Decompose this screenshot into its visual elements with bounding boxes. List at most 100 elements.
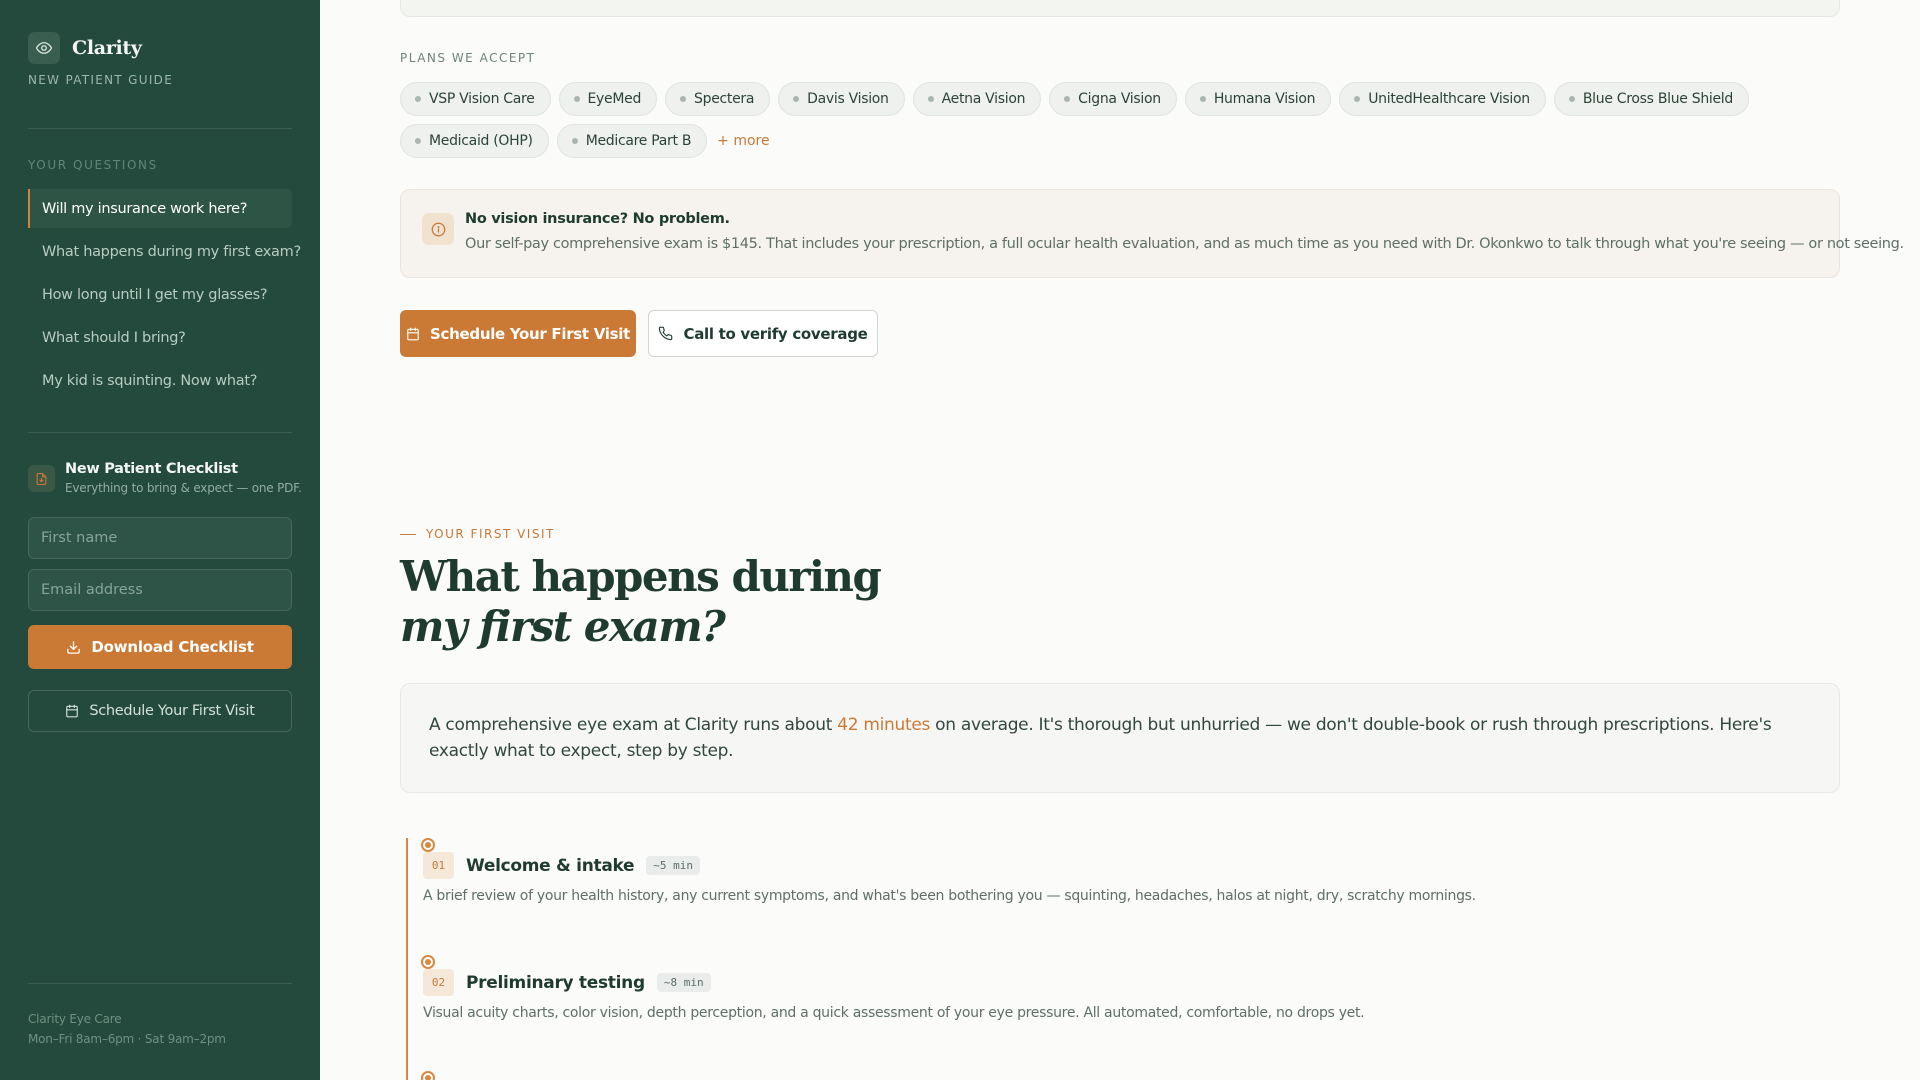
schedule-first-visit-label: Schedule Your First Visit — [430, 324, 630, 343]
dot-icon — [1199, 96, 1206, 102]
plan-chip-label: Medicaid (OHP) — [429, 133, 533, 149]
step-header: 01 Welcome & intake ~5 min — [423, 838, 1476, 879]
plan-chip-label: Humana Vision — [1213, 91, 1316, 107]
sidebar-divider — [28, 128, 292, 129]
plans-list: VSP Vision Care EyeMed Spectera Davis Vi… — [400, 82, 1850, 158]
section-eyebrow: YOUR FIRST VISIT — [400, 527, 555, 541]
brand-subtitle: NEW PATIENT GUIDE — [28, 73, 174, 87]
previous-section-card — [400, 0, 1840, 17]
dot-icon — [1064, 96, 1071, 102]
checklist-title: New Patient Checklist — [65, 461, 238, 477]
intro-highlight: 42 minutes — [837, 715, 931, 735]
sidebar-divider — [28, 983, 292, 984]
plan-chip-label: Spectera — [694, 91, 755, 107]
step-header: 02 Preliminary testing ~8 min — [423, 955, 1364, 996]
info-icon — [422, 213, 454, 245]
sidebar-divider — [28, 432, 292, 433]
sidebar-footer: Clarity Eye Care Mon–Fri 8am–6pm · Sat 9… — [28, 1009, 226, 1049]
dot-icon — [415, 138, 421, 144]
download-checklist-button[interactable]: Download Checklist — [28, 625, 292, 669]
question-item-insurance[interactable]: Will my insurance work here? — [28, 189, 292, 228]
questions-heading: YOUR QUESTIONS — [28, 158, 158, 172]
questions-nav: Will my insurance work here? What happen… — [28, 189, 301, 404]
dot-icon — [415, 96, 421, 102]
clinic-hours: Mon–Fri 8am–6pm · Sat 9am–2pm — [28, 1032, 226, 1046]
section-title-line2: my first exam? — [400, 602, 726, 651]
dot-icon — [1354, 96, 1361, 102]
plan-chip: Medicaid (OHP) — [400, 124, 549, 158]
timeline-dot-icon — [421, 1071, 435, 1080]
dot-icon — [571, 138, 578, 144]
timeline-step: 02 Preliminary testing ~8 min Visual acu… — [421, 955, 1365, 1021]
question-item-kid-squinting[interactable]: My kid is squinting. Now what? — [28, 361, 292, 400]
brand[interactable]: Clarity — [28, 32, 142, 64]
self-pay-notice: No vision insurance? No problem. Our sel… — [400, 189, 1904, 278]
timeline-rail — [406, 838, 408, 1080]
exam-intro-card: A comprehensive eye exam at Clarity runs… — [400, 683, 1840, 793]
first-name-input[interactable] — [28, 517, 292, 559]
step-description: Visual acuity charts, color vision, dept… — [423, 1005, 1365, 1021]
step-title: Preliminary testing — [466, 972, 645, 993]
email-input[interactable] — [28, 569, 292, 611]
download-icon — [67, 640, 81, 654]
plan-chip-label: Aetna Vision — [941, 91, 1026, 107]
intro-text-before: A comprehensive eye exam at Clarity runs… — [429, 715, 838, 735]
eyebrow-line — [400, 533, 416, 535]
timeline-dot-icon — [421, 838, 435, 852]
schedule-first-visit-button[interactable]: Schedule Your First Visit — [400, 310, 636, 357]
phone-icon — [659, 326, 673, 341]
step-duration: ~5 min — [646, 856, 701, 875]
sidebar-schedule-button[interactable]: Schedule Your First Visit — [28, 690, 292, 732]
question-item-glasses-timing[interactable]: How long until I get my glasses? — [28, 275, 292, 314]
step-number: 01 — [423, 852, 454, 879]
call-verify-coverage-label: Call to verify coverage — [683, 324, 868, 343]
plan-chip-label: Blue Cross Blue Shield — [1582, 91, 1733, 107]
checklist-subtitle: Everything to bring & expect — one PDF. — [65, 481, 302, 495]
plan-chip-label: VSP Vision Care — [429, 91, 535, 107]
plan-chip-label: UnitedHealthcare Vision — [1368, 91, 1530, 107]
plan-chip-label: Cigna Vision — [1078, 91, 1161, 107]
step-number: 02 — [423, 969, 454, 996]
notice-title: No vision insurance? No problem. — [465, 211, 730, 227]
plan-chip: Davis Vision — [778, 82, 905, 116]
plan-chip: Blue Cross Blue Shield — [1553, 82, 1749, 116]
plan-chip: VSP Vision Care — [400, 82, 551, 116]
plan-chip: Spectera — [665, 82, 771, 116]
timeline-step: 01 Welcome & intake ~5 min A brief revie… — [421, 838, 1476, 904]
download-checklist-label: Download Checklist — [91, 638, 254, 656]
calendar-icon — [407, 327, 419, 340]
dot-icon — [793, 96, 800, 102]
clinic-name: Clarity Eye Care — [28, 1012, 122, 1026]
step-description: A brief review of your health history, a… — [423, 888, 1476, 904]
step-title: Welcome & intake — [466, 855, 635, 876]
plan-chip: EyeMed — [558, 82, 658, 116]
calendar-icon — [66, 704, 79, 718]
plan-chip-label: Davis Vision — [807, 91, 889, 107]
plan-chip-label: Medicare Part B — [585, 133, 692, 149]
plan-chip-label: EyeMed — [587, 91, 642, 107]
plan-chip: Cigna Vision — [1049, 82, 1177, 116]
plan-chip: UnitedHealthcare Vision — [1339, 82, 1546, 116]
section-eyebrow-label: YOUR FIRST VISIT — [426, 527, 555, 541]
dot-icon — [680, 96, 687, 102]
dot-icon — [573, 96, 580, 102]
brand-name: Clarity — [72, 37, 142, 59]
sidebar: Clarity NEW PATIENT GUIDE YOUR QUESTIONS… — [0, 0, 320, 1080]
plans-heading: PLANS WE ACCEPT — [400, 51, 536, 65]
step-duration: ~8 min — [656, 973, 711, 992]
notice-text: Our self-pay comprehensive exam is $145.… — [465, 236, 1904, 252]
main-content: PLANS WE ACCEPT VSP Vision Care EyeMed S… — [320, 0, 1920, 1080]
document-icon — [28, 465, 55, 492]
plan-chip: Humana Vision — [1184, 82, 1332, 116]
question-item-first-exam[interactable]: What happens during my first exam? — [28, 232, 301, 271]
more-plans-link[interactable]: + more — [717, 133, 769, 149]
plan-chip: Aetna Vision — [912, 82, 1042, 116]
call-verify-coverage-button[interactable]: Call to verify coverage — [648, 310, 878, 357]
sidebar-schedule-label: Schedule Your First Visit — [89, 703, 255, 719]
section-title-line1: What happens during — [400, 552, 882, 601]
question-item-what-to-bring[interactable]: What should I bring? — [28, 318, 292, 357]
eye-icon — [28, 32, 60, 64]
plan-chip: Medicare Part B — [556, 124, 708, 158]
timeline-dot-icon — [421, 955, 435, 969]
dot-icon — [1568, 96, 1575, 102]
